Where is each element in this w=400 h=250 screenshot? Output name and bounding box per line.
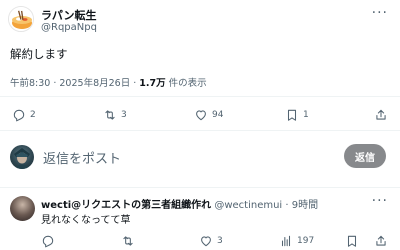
share-icon — [376, 235, 386, 246]
repost-icon — [123, 236, 133, 246]
repost-button[interactable] — [121, 234, 135, 248]
post-actions: 2 3 94 1 — [0, 108, 400, 126]
commenter-handle-time[interactable]: @wectinemui · 9時間 — [211, 200, 318, 211]
post-meta: 午前8:30 · 2025年8月26日 · 1.7万 件の表示 — [10, 75, 207, 89]
reply-tweet[interactable]: wecti@リクエストの第三者組織作れ @wectinemui · 9時間 ··… — [0, 190, 400, 250]
reply-icon — [13, 109, 25, 122]
share-button[interactable] — [374, 234, 388, 248]
repost-count: 3 — [121, 110, 127, 120]
bookmark-icon — [287, 109, 297, 121]
user-avatar-image-icon — [14, 148, 30, 169]
reply-composer: 返信をポスト 返信 — [0, 134, 400, 180]
like-button[interactable]: 3 — [199, 234, 223, 248]
current-user-avatar[interactable] — [10, 145, 34, 169]
commenter-name[interactable]: wecti@リクエストの第三者組織作れ — [41, 200, 211, 211]
reply-input[interactable]: 返信をポスト — [43, 148, 121, 167]
reply-button[interactable]: 2 — [12, 108, 36, 122]
reply-icon — [42, 235, 54, 248]
post-text: 解約します — [10, 47, 68, 61]
author-name[interactable]: ラパン転生 — [41, 7, 96, 23]
post-timestamp[interactable]: 午前8:30 · 2025年8月26日 · — [10, 78, 139, 89]
commenter-avatar[interactable] — [10, 196, 35, 221]
heart-icon — [201, 236, 211, 247]
repost-button[interactable]: 3 — [103, 108, 127, 122]
share-button[interactable] — [374, 108, 388, 122]
ramen-bowl-icon — [9, 7, 33, 31]
author-handle[interactable]: @RqpaNpq — [41, 22, 97, 33]
views-count: 197 — [297, 236, 315, 246]
comment-actions: 3 197 — [0, 234, 400, 250]
views-label: 件の表示 — [165, 78, 207, 89]
views-button[interactable]: 197 — [279, 234, 314, 248]
bookmark-count: 1 — [303, 110, 309, 120]
reply-count: 2 — [30, 110, 36, 120]
reply-button[interactable] — [41, 234, 55, 248]
like-count: 3 — [217, 236, 223, 246]
bookmark-button[interactable] — [345, 234, 359, 248]
comment-text: 見れなくなってて草 — [41, 215, 131, 226]
reply-submit-button[interactable]: 返信 — [344, 144, 386, 168]
bookmark-icon — [347, 235, 357, 247]
like-button[interactable]: 94 — [194, 108, 223, 122]
more-options-icon[interactable]: ··· — [372, 6, 388, 20]
bookmark-button[interactable]: 1 — [285, 108, 309, 122]
divider — [0, 96, 400, 97]
more-options-icon[interactable]: ··· — [372, 194, 388, 208]
analytics-icon — [281, 235, 291, 247]
heart-icon — [196, 110, 206, 121]
share-icon — [376, 109, 386, 120]
author-avatar[interactable] — [8, 6, 34, 32]
commenter-header: wecti@リクエストの第三者組織作れ @wectinemui · 9時間 — [41, 196, 318, 211]
repost-icon — [105, 110, 115, 120]
views-count: 1.7万 — [139, 78, 166, 89]
divider — [0, 187, 400, 188]
like-count: 94 — [212, 110, 224, 120]
divider — [0, 130, 400, 131]
